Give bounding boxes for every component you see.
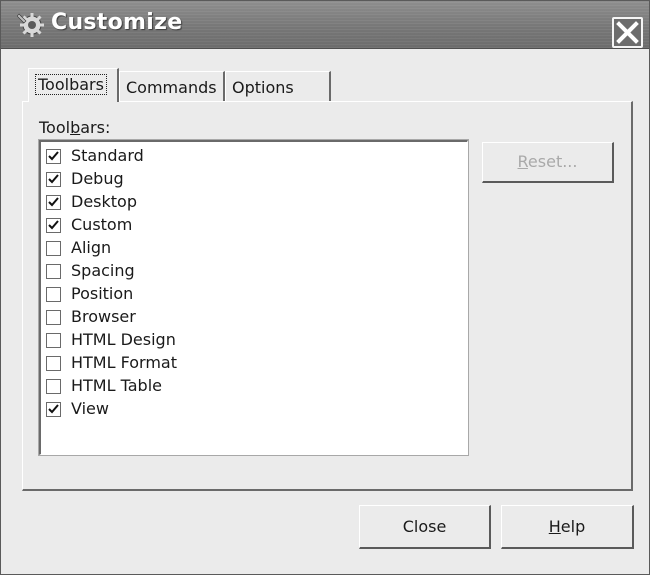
list-item-label: Spacing <box>71 261 135 280</box>
tab-options-label: Options <box>232 78 294 97</box>
list-item-label: Align <box>71 238 112 257</box>
toolbars-list-label: Toolbars: <box>39 118 111 137</box>
tab-commands-label: Commands <box>126 78 217 97</box>
list-item-view[interactable]: View <box>46 399 446 421</box>
reset-button[interactable]: Reset... <box>482 142 614 183</box>
list-item-label: Desktop <box>71 192 137 211</box>
list-item-desktop[interactable]: Desktop <box>46 192 446 214</box>
checkbox[interactable] <box>46 241 61 256</box>
toolbars-listbox[interactable]: Standard Debug Desktop Custom Align Spac… <box>38 139 469 456</box>
checkbox[interactable] <box>46 379 61 394</box>
list-item-label: Standard <box>71 146 144 165</box>
list-item-spacing[interactable]: Spacing <box>46 261 446 283</box>
list-item-html-design[interactable]: HTML Design <box>46 330 446 352</box>
tab-options[interactable]: Options <box>225 71 331 101</box>
window-title: Customize <box>51 10 183 35</box>
checkbox[interactable] <box>46 172 61 187</box>
title-bar[interactable]: Customize <box>1 1 649 49</box>
list-item-label: View <box>71 399 109 418</box>
list-item-browser[interactable]: Browser <box>46 307 446 329</box>
gear-icon <box>16 11 45 37</box>
checkbox[interactable] <box>46 149 61 164</box>
checkbox[interactable] <box>46 356 61 371</box>
tab-toolbars-label: Toolbars <box>35 74 107 95</box>
close-button[interactable]: Close <box>359 505 491 549</box>
list-item-label: HTML Format <box>71 353 177 372</box>
checkbox[interactable] <box>46 310 61 325</box>
list-item-label: HTML Design <box>71 330 176 349</box>
list-item-html-table[interactable]: HTML Table <box>46 376 446 398</box>
list-item-label: Position <box>71 284 134 303</box>
list-item-label: Custom <box>71 215 133 234</box>
checkbox[interactable] <box>46 195 61 210</box>
checkbox[interactable] <box>46 333 61 348</box>
checkbox[interactable] <box>46 218 61 233</box>
checkbox[interactable] <box>46 264 61 279</box>
checkbox[interactable] <box>46 287 61 302</box>
close-icon <box>614 19 641 46</box>
checkbox[interactable] <box>46 402 61 417</box>
list-item-label: Debug <box>71 169 124 188</box>
list-item-align[interactable]: Align <box>46 238 446 260</box>
list-item-position[interactable]: Position <box>46 284 446 306</box>
tab-toolbars[interactable]: Toolbars <box>28 68 119 102</box>
list-item-debug[interactable]: Debug <box>46 169 446 191</box>
tab-commands[interactable]: Commands <box>119 71 225 101</box>
list-item-custom[interactable]: Custom <box>46 215 446 237</box>
list-item-standard[interactable]: Standard <box>46 146 446 168</box>
close-window-button[interactable] <box>612 17 643 48</box>
list-item-label: Browser <box>71 307 136 326</box>
customize-dialog: Customize Toolbars Commands Options Tool… <box>0 0 650 575</box>
help-button[interactable]: Help <box>501 505 634 549</box>
list-item-label: HTML Table <box>71 376 162 395</box>
list-item-html-format[interactable]: HTML Format <box>46 353 446 375</box>
